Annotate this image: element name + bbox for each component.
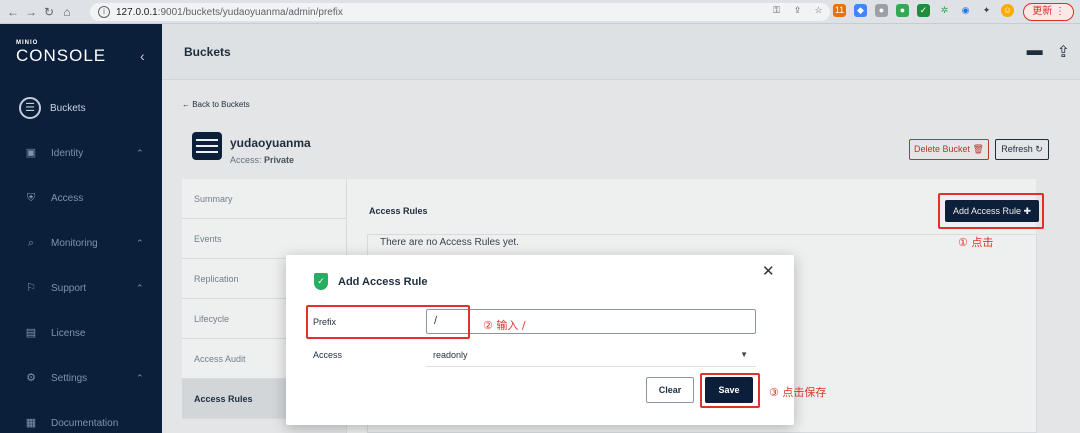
info-icon[interactable]: i	[98, 6, 110, 18]
chevron-up-icon: ⌃	[136, 282, 144, 293]
sidebar-item-support[interactable]: ⚐ Support ⌃	[0, 266, 162, 310]
sidebar-item-settings[interactable]: ⚙ Settings ⌃	[0, 356, 162, 400]
sidebar-item-documentation[interactable]: ▦ Documentation	[0, 401, 162, 433]
annotation-step2: ② 输入 /	[483, 319, 526, 332]
annotation-box-add-rule	[938, 193, 1044, 229]
sidebar-item-identity[interactable]: ▣ Identity ⌃	[0, 131, 162, 175]
extension-bug-icon[interactable]: ✲	[938, 4, 951, 17]
access-select[interactable]: readonly ▼	[426, 343, 756, 367]
sidebar-item-access[interactable]: ⛨ Access	[0, 176, 162, 220]
dialog-title: Add Access Rule	[338, 276, 428, 288]
extensions-row: ⚿ ⇪ ☆ 11 ◆ ● ● ✓ ✲ ◉ ✦ ☺	[770, 4, 1014, 17]
collapse-sidebar-icon[interactable]: ‹	[140, 48, 145, 64]
chevron-up-icon: ⌃	[136, 372, 144, 383]
close-icon[interactable]: ✕	[762, 262, 775, 280]
forward-arrow-icon[interactable]: →	[22, 5, 40, 19]
browser-toolbar: ← → ↻ ⌂ i 127.0.0.1:9001/buckets/yudaoyu…	[0, 0, 1080, 24]
key-icon[interactable]: ⚿	[770, 4, 783, 17]
update-button[interactable]: 更新 ⋮	[1023, 3, 1074, 21]
extension-green-icon[interactable]: ●	[896, 4, 909, 17]
gear-icon: ⚙	[26, 372, 36, 384]
chevron-up-icon: ⌃	[136, 237, 144, 248]
extension-check-icon[interactable]: ✓	[917, 4, 930, 17]
back-arrow-icon[interactable]: ←	[4, 5, 22, 19]
annotation-step3: ③ 点击保存	[769, 386, 827, 399]
sidebar-item-monitoring[interactable]: ⌕ Monitoring ⌃	[0, 221, 162, 265]
puzzle-icon[interactable]: ✦	[980, 4, 993, 17]
magnifier-icon: ⌕	[27, 237, 35, 249]
annotation-step1: ① 点击	[958, 236, 994, 249]
home-icon[interactable]: ⌂	[58, 5, 76, 19]
bucket-icon: ☰	[19, 97, 41, 119]
clear-button[interactable]: Clear	[646, 377, 694, 403]
prefix-input[interactable]: /	[426, 309, 756, 334]
annotation-box-save	[700, 373, 760, 408]
identity-icon: ▣	[25, 147, 37, 159]
star-icon[interactable]: ☆	[812, 4, 825, 17]
lock-icon: ⛨	[26, 192, 36, 204]
sidebar-item-buckets[interactable]: ☰ Buckets	[0, 86, 162, 130]
extension-diamond-icon[interactable]: ◆	[854, 4, 867, 17]
url-host: 127.0.0.1	[116, 6, 158, 18]
avatar[interactable]: ☺	[1001, 4, 1014, 17]
shield-icon: ✓	[314, 273, 328, 290]
access-label: Access	[313, 350, 343, 360]
license-icon: ▤	[25, 327, 37, 339]
sidebar-item-license[interactable]: ▤ License	[0, 311, 162, 355]
minio-logo: MINIO CONSOLE	[16, 40, 107, 65]
extension-badge-icon[interactable]: 11	[833, 4, 846, 17]
chevron-down-icon: ▼	[740, 350, 748, 359]
extension-eye-icon[interactable]: ◉	[959, 4, 972, 17]
docs-icon: ▦	[25, 417, 37, 429]
chevron-up-icon: ⌃	[136, 147, 144, 158]
share-icon[interactable]: ⇪	[791, 4, 804, 17]
reload-icon[interactable]: ↻	[40, 5, 58, 19]
sidebar: MINIO CONSOLE ‹ ☰ Buckets ▣ Identity ⌃ ⛨…	[0, 24, 162, 433]
address-bar[interactable]: i 127.0.0.1:9001/buckets/yudaoyuanma/adm…	[90, 3, 830, 21]
support-icon: ⚐	[26, 282, 36, 294]
annotation-box-prefix	[306, 305, 470, 339]
extension-gray-icon[interactable]: ●	[875, 4, 888, 17]
url-path: :9001/buckets/yudaoyuanma/admin/prefix	[157, 6, 343, 18]
